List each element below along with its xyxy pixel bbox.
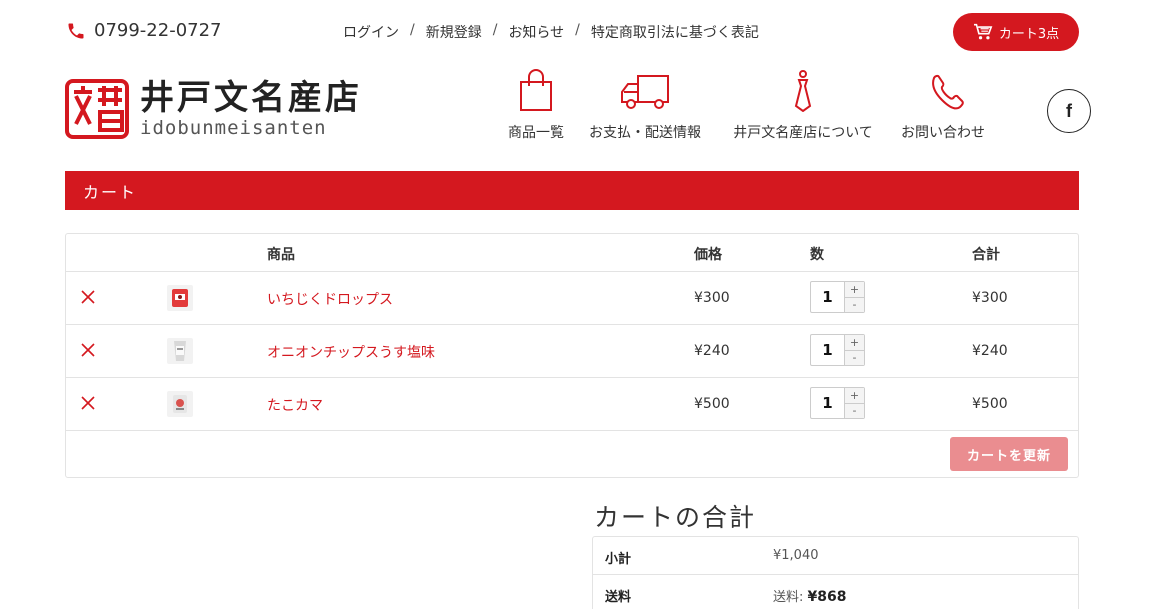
news-link[interactable]: お知らせ bbox=[508, 22, 564, 42]
page-title-bar: カート bbox=[65, 171, 1079, 210]
line-total: ¥240 bbox=[972, 343, 1008, 359]
shopping-bag-icon bbox=[520, 69, 552, 111]
header-price: 価格 bbox=[694, 247, 722, 263]
product-price: ¥240 bbox=[694, 343, 730, 359]
cart-button[interactable]: カート3点 bbox=[953, 13, 1079, 51]
link-separator: / bbox=[492, 22, 498, 38]
quantity-input[interactable]: 1 bbox=[811, 335, 844, 365]
site-logo[interactable]: 井戸文名産店 idobunmeisanten bbox=[64, 78, 362, 140]
login-link[interactable]: ログイン bbox=[343, 22, 399, 42]
link-separator: / bbox=[410, 22, 415, 38]
quantity-input[interactable]: 1 bbox=[811, 282, 844, 312]
quantity-stepper[interactable]: 1 + - bbox=[810, 281, 865, 313]
header-links: ログイン / 新規登録 / お知らせ / 特定商取引法に基づく表記 bbox=[343, 22, 759, 42]
nav-about-label: 井戸文名産店について bbox=[733, 125, 873, 141]
subtotal-label: 小計 bbox=[605, 552, 632, 567]
quantity-spinner: + - bbox=[844, 282, 864, 312]
subtotal-value: ¥1,040 bbox=[773, 548, 819, 563]
register-link[interactable]: 新規登録 bbox=[426, 22, 482, 42]
cart-totals-table: 小計 ¥1,040 送料 送料: ¥868 bbox=[592, 536, 1079, 609]
truck-icon bbox=[621, 75, 669, 109]
header-product: 商品 bbox=[267, 247, 295, 263]
facebook-button[interactable]: f bbox=[1047, 89, 1091, 133]
phone-number: 0799-22-0727 bbox=[94, 20, 222, 41]
cart-table-header: 商品 価格 数 合計 bbox=[66, 234, 1078, 272]
product-name-link[interactable]: いちじくドロップス bbox=[267, 289, 393, 309]
necktie-icon bbox=[794, 70, 812, 112]
line-total: ¥300 bbox=[972, 290, 1008, 306]
increment-button[interactable]: + bbox=[845, 335, 864, 351]
remove-item-icon[interactable] bbox=[80, 288, 96, 306]
nav-contact-label: お問い合わせ bbox=[901, 125, 985, 141]
logo-seal-icon bbox=[65, 79, 129, 139]
remove-item-icon[interactable] bbox=[80, 394, 96, 412]
decrement-button[interactable]: - bbox=[845, 297, 864, 312]
product-price: ¥300 bbox=[694, 290, 730, 306]
shipping-amount: ¥868 bbox=[807, 589, 847, 605]
cart-icon bbox=[973, 23, 993, 40]
line-total: ¥500 bbox=[972, 396, 1008, 412]
quantity-spinner: + - bbox=[844, 335, 864, 365]
phone-icon bbox=[932, 74, 964, 110]
quantity-spinner: + - bbox=[844, 388, 864, 418]
legal-notice-link[interactable]: 特定商取引法に基づく表記 bbox=[591, 22, 759, 42]
shipping-prefix: 送料: bbox=[773, 590, 804, 605]
nav-payment-shipping[interactable]: お支払・配送情報 bbox=[589, 68, 701, 142]
product-thumbnail[interactable] bbox=[167, 338, 193, 364]
quantity-stepper[interactable]: 1 + - bbox=[810, 334, 865, 366]
product-name-link[interactable]: たこカマ bbox=[267, 395, 323, 415]
cart-row: オニオンチップスうす塩味 ¥240 1 + - ¥240 bbox=[66, 325, 1078, 378]
cart-totals-title: カートの合計 bbox=[594, 503, 757, 532]
update-cart-button[interactable]: カートを更新 bbox=[950, 437, 1068, 471]
decrement-button[interactable]: - bbox=[845, 403, 864, 418]
phone-icon bbox=[68, 23, 84, 38]
cart-table: 商品 価格 数 合計 いちじくドロップス ¥300 1 + - ¥300 オニオ… bbox=[65, 233, 1079, 478]
quantity-stepper[interactable]: 1 + - bbox=[810, 387, 865, 419]
facebook-icon: f bbox=[1066, 100, 1072, 121]
product-thumbnail[interactable] bbox=[167, 285, 193, 311]
product-price: ¥500 bbox=[694, 396, 730, 412]
nav-contact[interactable]: お問い合わせ bbox=[900, 68, 986, 142]
quantity-input[interactable]: 1 bbox=[811, 388, 844, 418]
cart-row: たこカマ ¥500 1 + - ¥500 bbox=[66, 378, 1078, 431]
shipping-value: 送料: ¥868 bbox=[773, 586, 847, 605]
page-title: カート bbox=[83, 182, 138, 202]
nav-products[interactable]: 商品一覧 bbox=[508, 68, 564, 142]
subtotal-row: 小計 ¥1,040 bbox=[593, 537, 1078, 575]
cart-row: いちじくドロップス ¥300 1 + - ¥300 bbox=[66, 272, 1078, 325]
product-name-link[interactable]: オニオンチップスうす塩味 bbox=[267, 342, 435, 362]
remove-item-icon[interactable] bbox=[80, 341, 96, 359]
product-thumbnail[interactable] bbox=[167, 391, 193, 417]
header-phone[interactable]: 0799-22-0727 bbox=[66, 20, 222, 41]
cart-button-label: カート3点 bbox=[998, 26, 1060, 42]
logo-title: 井戸文名産店 bbox=[140, 78, 362, 118]
link-separator: / bbox=[575, 22, 580, 38]
nav-about[interactable]: 井戸文名産店について bbox=[730, 68, 876, 142]
shipping-row: 送料 送料: ¥868 bbox=[593, 575, 1078, 609]
header-qty: 数 bbox=[810, 247, 824, 263]
nav-products-label: 商品一覧 bbox=[508, 125, 564, 141]
decrement-button[interactable]: - bbox=[845, 350, 864, 365]
increment-button[interactable]: + bbox=[845, 388, 864, 404]
shipping-label: 送料 bbox=[605, 590, 632, 605]
logo-subtitle: idobunmeisanten bbox=[140, 117, 327, 139]
header-total: 合計 bbox=[972, 247, 1000, 263]
increment-button[interactable]: + bbox=[845, 282, 864, 298]
nav-payment-shipping-label: お支払・配送情報 bbox=[589, 125, 701, 141]
